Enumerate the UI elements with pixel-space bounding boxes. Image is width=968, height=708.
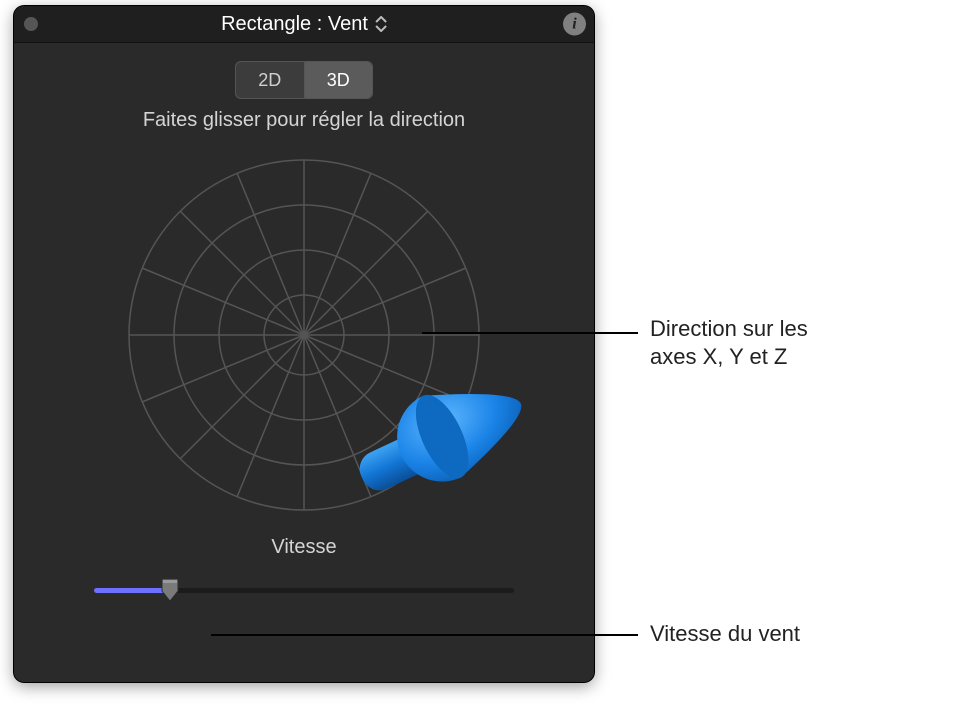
callout-speed: Vitesse du vent bbox=[650, 620, 800, 648]
speed-label: Vitesse bbox=[14, 536, 594, 559]
hud-title-dropdown[interactable]: Rectangle : Vent bbox=[221, 13, 387, 36]
slider-fill bbox=[94, 588, 170, 593]
instruction-text: Faites glisser pour régler la direction bbox=[14, 109, 594, 132]
mode-3d-label: 3D bbox=[327, 70, 350, 91]
speed-slider[interactable] bbox=[94, 575, 514, 605]
hud-title-text: Rectangle : Vent bbox=[221, 13, 368, 36]
close-window-dot[interactable] bbox=[24, 17, 38, 31]
info-icon: i bbox=[572, 15, 576, 33]
callout-line bbox=[422, 332, 638, 334]
mode-3d-button[interactable]: 3D bbox=[305, 62, 373, 98]
dimension-segmented-control: 2D 3D bbox=[235, 61, 373, 99]
mode-2d-label: 2D bbox=[258, 70, 281, 91]
mode-2d-button[interactable]: 2D bbox=[236, 62, 305, 98]
slider-thumb[interactable] bbox=[160, 577, 180, 603]
direction-dial[interactable] bbox=[119, 150, 489, 520]
titlebar: Rectangle : Vent i bbox=[14, 6, 594, 43]
hud-panel: Rectangle : Vent i 2D 3D Faites glisser … bbox=[14, 6, 594, 682]
info-button[interactable]: i bbox=[563, 13, 586, 36]
dial-grid-icon bbox=[119, 150, 489, 520]
updown-chevron-icon bbox=[375, 16, 387, 32]
callout-line bbox=[211, 634, 638, 636]
callout-direction: Direction sur les axes X, Y et Z bbox=[650, 315, 808, 370]
